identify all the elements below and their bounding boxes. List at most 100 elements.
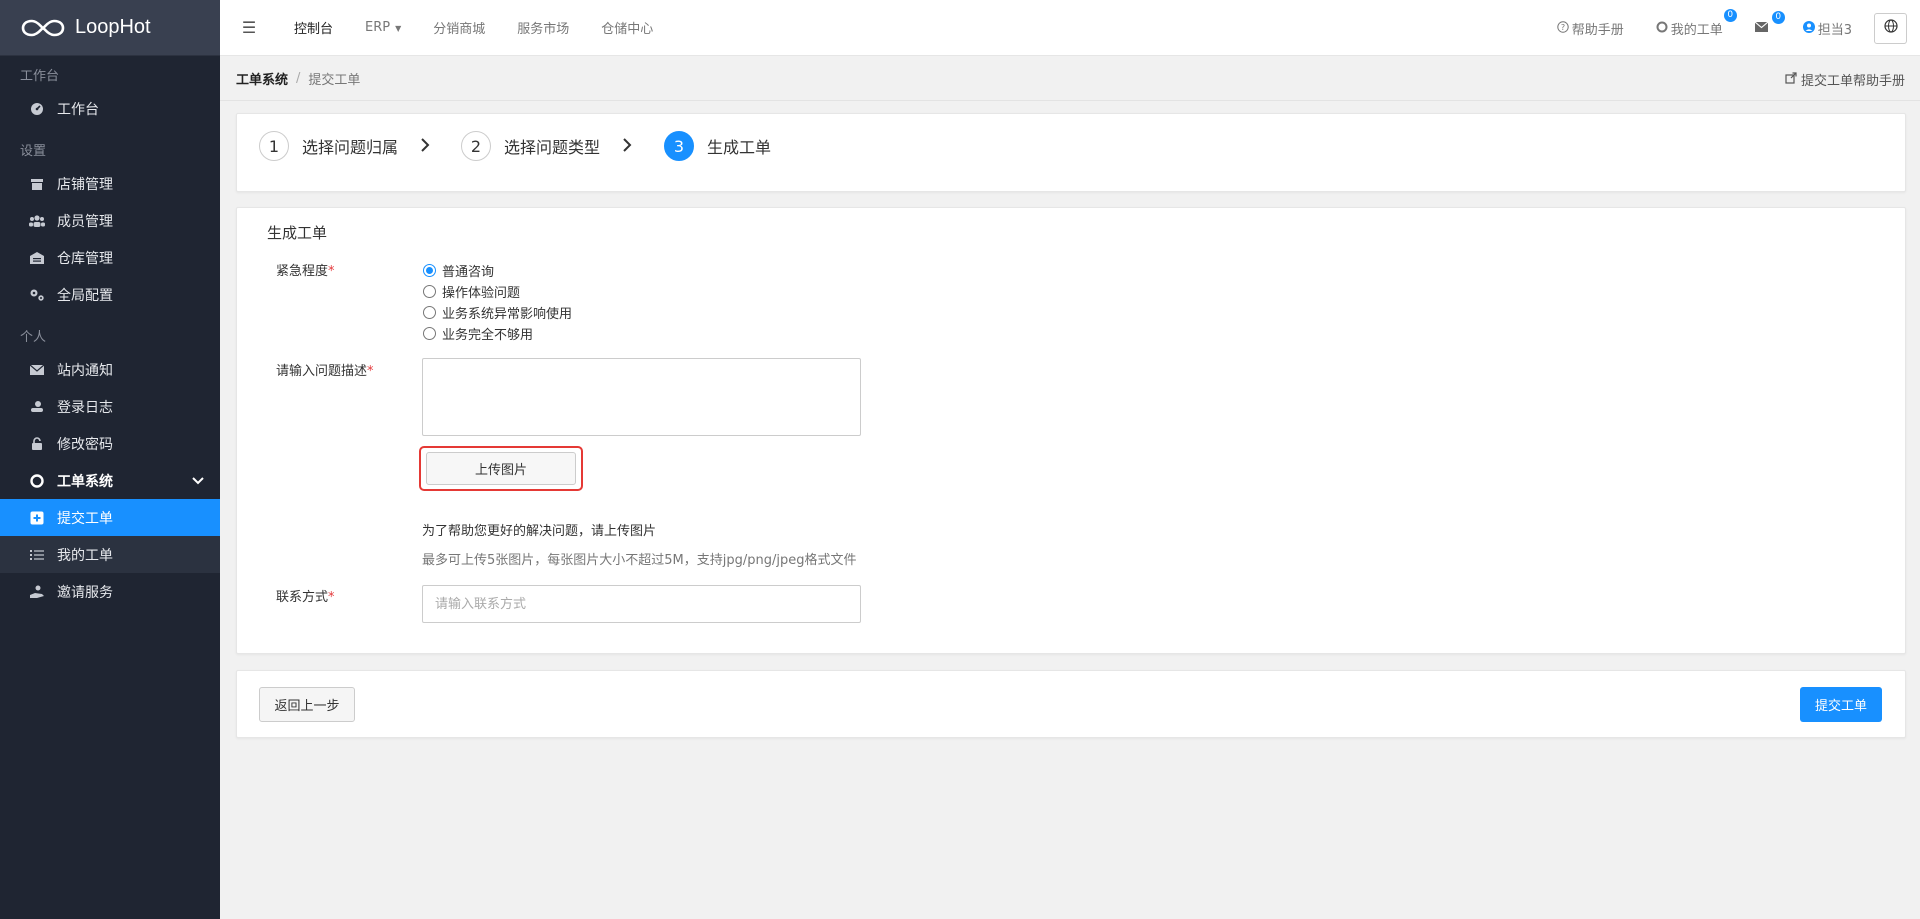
- help-manual-label: 帮助手册: [1571, 22, 1624, 38]
- description-textarea[interactable]: [422, 358, 861, 436]
- sidebar-item-members[interactable]: 成员管理: [0, 202, 220, 239]
- nav-item-console[interactable]: 控制台: [278, 18, 349, 37]
- top-nav: 控制台 ERP ▼ 分销商城 服务市场 仓储中心: [278, 0, 669, 56]
- upload-image-button[interactable]: 上传图片: [426, 452, 576, 485]
- step-number-current: 3: [664, 131, 694, 161]
- mail-button[interactable]: 0: [1739, 11, 1787, 35]
- sidebar-item-label: 站内通知: [57, 362, 113, 379]
- sidebar-item-label: 店铺管理: [57, 176, 113, 193]
- urgency-option-label: 业务系统异常影响使用: [442, 307, 573, 322]
- mail-badge: 0: [1771, 11, 1785, 24]
- step-number: 2: [461, 131, 491, 161]
- sidebar: LoopHot 工作台 工作台 设置 店铺管理 成员管理 仓库管理 全局配置 个…: [0, 0, 220, 919]
- required-mark: *: [328, 590, 335, 605]
- chevron-down-icon: [192, 473, 204, 489]
- upload-tip: 为了帮助您更好的解决问题，请上传图片: [422, 524, 657, 539]
- urgency-option[interactable]: 操作体验问题: [423, 282, 520, 301]
- urgency-option-label: 业务完全不够用: [442, 328, 534, 343]
- contact-label: 联系方式*: [276, 586, 335, 605]
- store-icon: [29, 176, 45, 192]
- user-name: 担当3: [1817, 22, 1852, 38]
- steps-panel: 1 选择问题归属 2 选择问题类型 3 生成工单: [236, 113, 1906, 192]
- radio-button[interactable]: [423, 327, 436, 340]
- radio-button[interactable]: [423, 285, 436, 298]
- sidebar-item-invite-service[interactable]: 邀请服务: [0, 573, 220, 610]
- my-tickets-badge: 0: [1723, 8, 1737, 22]
- step-label: 生成工单: [707, 138, 772, 157]
- sidebar-item-label: 全局配置: [57, 287, 113, 304]
- sidebar-item-label: 工作台: [57, 101, 99, 118]
- breadcrumb-current: 提交工单: [308, 72, 361, 88]
- back-button[interactable]: 返回上一步: [259, 687, 355, 722]
- cogs-icon: [29, 287, 45, 303]
- sidebar-item-label: 登录日志: [57, 399, 113, 416]
- lifebuoy-icon: [1656, 21, 1668, 36]
- urgency-label: 紧急程度*: [276, 260, 335, 279]
- step-label: 选择问题类型: [504, 138, 601, 157]
- contact-label-text: 联系方式: [276, 590, 329, 605]
- nav-item-erp[interactable]: ERP ▼: [349, 20, 417, 35]
- dashboard-icon: [29, 101, 45, 117]
- user-menu[interactable]: 担当3: [1787, 19, 1868, 38]
- lifebuoy-icon: [29, 473, 45, 489]
- ticket-help-label: 提交工单帮助手册: [1800, 74, 1905, 89]
- sidebar-item-my-tickets[interactable]: 我的工单: [0, 536, 220, 573]
- urgency-option-label: 普通咨询: [442, 265, 495, 280]
- nav-item-warehouse-center[interactable]: 仓储中心: [585, 18, 669, 37]
- sidebar-item-label: 提交工单: [57, 510, 113, 527]
- sidebar-item-label: 邀请服务: [57, 584, 113, 601]
- step-2: 2 选择问题类型: [461, 131, 632, 161]
- submit-ticket-button[interactable]: 提交工单: [1800, 687, 1882, 722]
- nav-item-distribution-mall[interactable]: 分销商城: [417, 18, 501, 37]
- urgency-label-text: 紧急程度: [276, 264, 329, 279]
- sidebar-item-submit-ticket[interactable]: 提交工单: [0, 499, 220, 536]
- sidebar-item-label: 修改密码: [57, 436, 113, 453]
- contact-input[interactable]: [422, 585, 861, 623]
- form-title: 生成工单: [267, 224, 328, 242]
- ticket-help-link[interactable]: 提交工单帮助手册: [1785, 70, 1905, 89]
- nav-item-label: ERP: [365, 20, 391, 35]
- top-navbar: ☰ 控制台 ERP ▼ 分销商城 服务市场 仓储中心 ? 帮助手册 我的工单 0 …: [220, 0, 1920, 56]
- sidebar-item-label: 仓库管理: [57, 250, 113, 267]
- nav-item-service-market[interactable]: 服务市场: [501, 18, 585, 37]
- my-tickets-label: 我的工单: [1670, 22, 1723, 38]
- unlock-icon: [29, 436, 45, 452]
- sidebar-item-notifications[interactable]: 站内通知: [0, 351, 220, 388]
- svg-text:?: ?: [1561, 23, 1565, 32]
- external-link-icon: [1785, 71, 1797, 88]
- log-icon: [29, 399, 45, 415]
- breadcrumb-root[interactable]: 工单系统: [236, 69, 288, 88]
- urgency-option[interactable]: 业务完全不够用: [423, 324, 533, 343]
- envelope-icon: [1754, 21, 1769, 35]
- top-right-tools: ? 帮助手册 我的工单 0 0 担当3: [1541, 0, 1920, 56]
- urgency-option[interactable]: 普通咨询: [423, 261, 494, 280]
- chevron-right-icon: [622, 136, 632, 157]
- radio-button[interactable]: [423, 306, 436, 319]
- radio-button-checked[interactable]: [423, 264, 436, 277]
- sidebar-item-store[interactable]: 店铺管理: [0, 165, 220, 202]
- logo[interactable]: LoopHot: [0, 0, 220, 56]
- sidebar-item-global-config[interactable]: 全局配置: [0, 276, 220, 313]
- urgency-option[interactable]: 业务系统异常影响使用: [423, 303, 572, 322]
- sidebar-item-change-password[interactable]: 修改密码: [0, 425, 220, 462]
- step-3: 3 生成工单: [664, 131, 771, 161]
- help-manual-link[interactable]: ? 帮助手册: [1541, 19, 1640, 38]
- description-label-text: 请输入问题描述: [276, 364, 368, 379]
- sidebar-section-personal: 个人: [20, 330, 47, 345]
- caret-down-icon: ▼: [395, 24, 402, 33]
- my-tickets-link[interactable]: 我的工单 0: [1640, 8, 1739, 38]
- sidebar-item-ticket-system[interactable]: 工单系统: [0, 462, 220, 499]
- sidebar-item-workbench[interactable]: 工作台: [0, 90, 220, 127]
- sidebar-item-login-log[interactable]: 登录日志: [0, 388, 220, 425]
- chevron-right-icon: [420, 136, 430, 157]
- menu-toggle-icon[interactable]: ☰: [220, 18, 278, 37]
- step-number: 1: [259, 131, 289, 161]
- sidebar-item-warehouse[interactable]: 仓库管理: [0, 239, 220, 276]
- envelope-icon: [29, 362, 45, 378]
- ticket-form-panel: 生成工单 紧急程度* 普通咨询 操作体验问题 业务系统异常影响使用 业务完全不够…: [236, 207, 1906, 654]
- infinity-logo-icon: [21, 19, 65, 36]
- required-mark: *: [328, 264, 335, 279]
- warehouse-icon: [29, 250, 45, 266]
- language-button[interactable]: [1874, 12, 1907, 44]
- sidebar-section-settings: 设置: [20, 144, 47, 159]
